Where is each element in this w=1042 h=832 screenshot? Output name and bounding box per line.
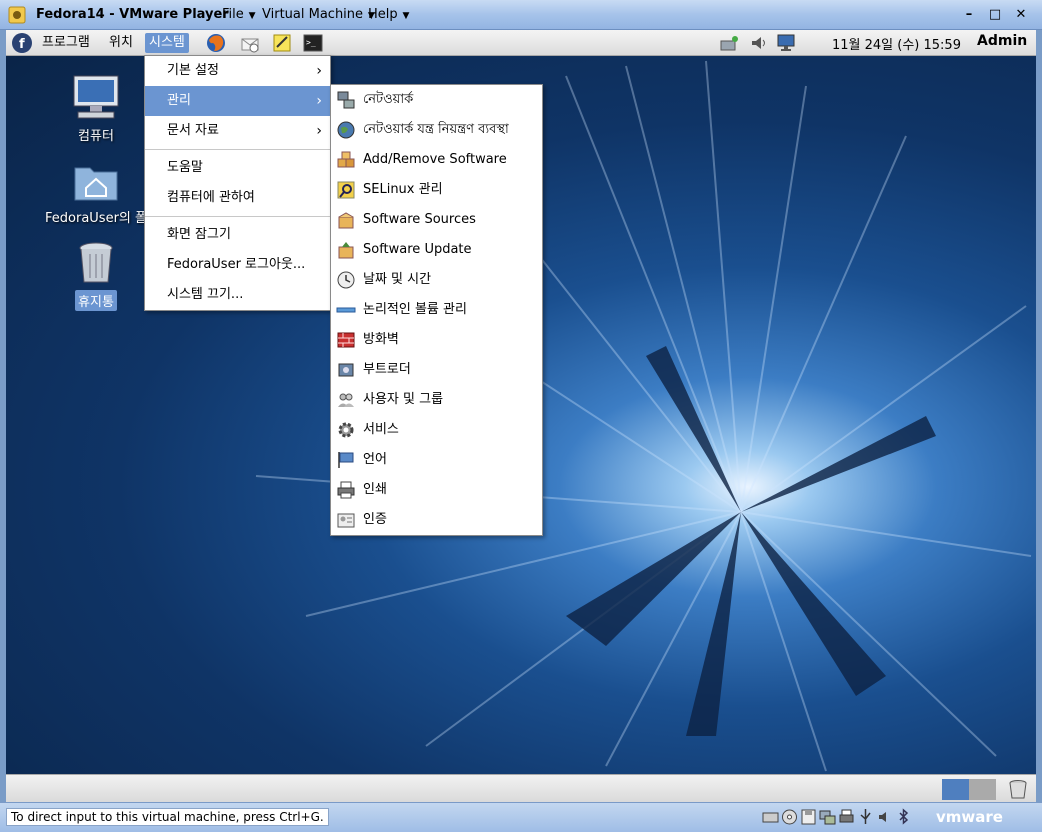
bootloader-icon	[338, 363, 354, 377]
menu-item-language[interactable]: 언어	[331, 445, 542, 475]
menu-item-users-groups[interactable]: 사용자 및 그룹	[331, 385, 542, 415]
vmware-logo: vmware	[936, 808, 1003, 826]
volume-icon	[336, 307, 356, 313]
menu-item-lock-screen[interactable]: 화면 잠그기	[145, 220, 330, 250]
mail-launcher-icon[interactable]	[239, 32, 261, 54]
printer-device-icon[interactable]	[838, 807, 855, 827]
host-titlebar: Fedora14 - VMware Player File ▼ Virtual …	[0, 0, 1042, 30]
printer-icon	[337, 481, 355, 499]
menu-item-about-computer[interactable]: 컴퓨터에 관하여	[145, 183, 330, 213]
trash-applet-icon[interactable]	[1007, 778, 1029, 800]
globe-icon	[337, 121, 355, 139]
packages-icon	[337, 151, 355, 168]
fedora-logo-icon[interactable]: f	[11, 32, 33, 54]
window-title: Fedora14 - VMware Player	[36, 7, 229, 22]
menu-item-firewall[interactable]: 방화벽	[331, 325, 542, 355]
status-message: To direct input to this virtual machine,…	[6, 808, 329, 826]
desktop-icon-label: 휴지통	[75, 290, 117, 311]
desktop-icon-label: 컴퓨터	[78, 129, 114, 144]
bluetooth-icon[interactable]	[895, 807, 912, 827]
menu-item-network[interactable]: নেটওয়ার্ক	[331, 85, 542, 115]
desktop-icon-computer[interactable]: 컴퓨터	[41, 74, 151, 145]
menu-item-add-remove-software[interactable]: Add/Remove Software	[331, 145, 542, 175]
computer-icon	[73, 75, 119, 119]
workspace-2[interactable]	[969, 779, 996, 800]
usb-icon[interactable]	[857, 807, 874, 827]
menu-help[interactable]: Help ▼	[368, 7, 409, 22]
device-icons	[762, 807, 912, 827]
clock-icon	[337, 271, 355, 289]
panel-user[interactable]: Admin	[977, 33, 1027, 49]
language-flag-icon	[338, 452, 354, 468]
menu-separator	[145, 216, 330, 217]
display-status-icon[interactable]	[776, 32, 798, 54]
host-statusbar: To direct input to this virtual machine,…	[0, 802, 1042, 832]
users-icon	[338, 393, 354, 407]
menu-item-preferences[interactable]: 기본 설정 ›	[145, 56, 330, 86]
menu-item-shutdown[interactable]: 시스템 끄기...	[145, 280, 330, 310]
cd-drive-icon[interactable]	[781, 807, 798, 827]
panel-menu-system[interactable]: 시스템	[145, 33, 189, 53]
trash-icon	[79, 242, 113, 283]
close-button[interactable]: ✕	[1010, 5, 1032, 25]
panel-menu-places[interactable]: 위치	[105, 33, 137, 53]
panel-menu-applications[interactable]: 프로그램	[38, 33, 94, 53]
menu-item-bootloader[interactable]: 부트로더	[331, 355, 542, 385]
firewall-icon	[337, 332, 355, 348]
terminal-launcher-icon[interactable]: >_	[302, 32, 324, 54]
menu-item-date-time[interactable]: 날짜 및 시간	[331, 265, 542, 295]
menu-item-help[interactable]: 도움말	[145, 153, 330, 183]
menu-item-logical-volume[interactable]: 논리적인 볼륨 관리	[331, 295, 542, 325]
menu-item-documentation[interactable]: 문서 자료 ›	[145, 116, 330, 146]
network-icon	[337, 91, 355, 109]
gear-icon	[338, 422, 354, 438]
system-menu: 기본 설정 › 관리 › 문서 자료 › 도움말 컴퓨터에 관하여 화면 잠그기 Fe…	[144, 55, 331, 311]
software-update-icon	[338, 242, 354, 259]
menu-item-network-device-control[interactable]: নেটওয়ার্ক যন্ত্র নিয়ন্ত্রণ ব্যবস্থা	[331, 115, 542, 145]
vmware-app-icon	[8, 6, 26, 24]
desktop-icon-trash[interactable]: 휴지통	[41, 240, 151, 311]
menu-item-authentication[interactable]: 인증	[331, 505, 542, 535]
maximize-button[interactable]: □	[984, 5, 1006, 25]
menu-separator	[145, 149, 330, 150]
menu-file[interactable]: File ▼	[222, 7, 256, 22]
volume-icon[interactable]	[748, 32, 770, 54]
desktop-icon-label: FedoraUser의 폴	[45, 211, 147, 226]
svg-text:f: f	[19, 37, 25, 52]
chevron-right-icon: ›	[316, 63, 322, 79]
bottom-panel	[6, 774, 1036, 802]
workspace-1[interactable]	[942, 779, 969, 800]
network-adapter-icon[interactable]	[819, 807, 836, 827]
menu-item-logout[interactable]: FedoraUser 로그아웃...	[145, 250, 330, 280]
menu-virtual-machine[interactable]: Virtual Machine ▼	[262, 7, 375, 22]
menu-item-software-update[interactable]: Software Update	[331, 235, 542, 265]
menu-item-software-sources[interactable]: Software Sources	[331, 205, 542, 235]
selinux-icon	[337, 181, 355, 199]
menu-item-administration[interactable]: 관리 ›	[145, 86, 330, 116]
network-status-icon[interactable]	[718, 32, 740, 54]
firefox-launcher-icon[interactable]	[205, 32, 227, 54]
menu-item-selinux[interactable]: SELinux 관리	[331, 175, 542, 205]
chevron-right-icon: ›	[316, 93, 322, 109]
sound-device-icon[interactable]	[876, 807, 893, 827]
minimize-button[interactable]: –	[958, 5, 980, 25]
authentication-icon	[337, 513, 355, 528]
home-folder-icon	[74, 167, 118, 201]
administration-submenu: নেটওয়ার্ক নেটওয়ার্ক যন্ত্র নিয়ন্ত্রণ …	[330, 84, 543, 536]
menu-item-services[interactable]: 서비스	[331, 415, 542, 445]
top-panel: f 프로그램 위치 시스템 >_ 11월 24일 (수) 15:59 Admin	[6, 30, 1036, 56]
desktop-icon-home[interactable]: FedoraUser의 폴	[41, 160, 151, 227]
panel-clock[interactable]: 11월 24일 (수) 15:59	[832, 34, 961, 53]
software-sources-icon	[338, 212, 354, 229]
guest-screen[interactable]: f 프로그램 위치 시스템 >_ 11월 24일 (수) 15:59 Admin…	[6, 30, 1036, 802]
menu-item-printing[interactable]: 인쇄	[331, 475, 542, 505]
svg-text:>_: >_	[306, 38, 316, 47]
chevron-right-icon: ›	[316, 123, 322, 139]
floppy-icon[interactable]	[800, 807, 817, 827]
notes-launcher-icon[interactable]	[271, 32, 293, 54]
hard-disk-icon[interactable]	[762, 807, 779, 827]
